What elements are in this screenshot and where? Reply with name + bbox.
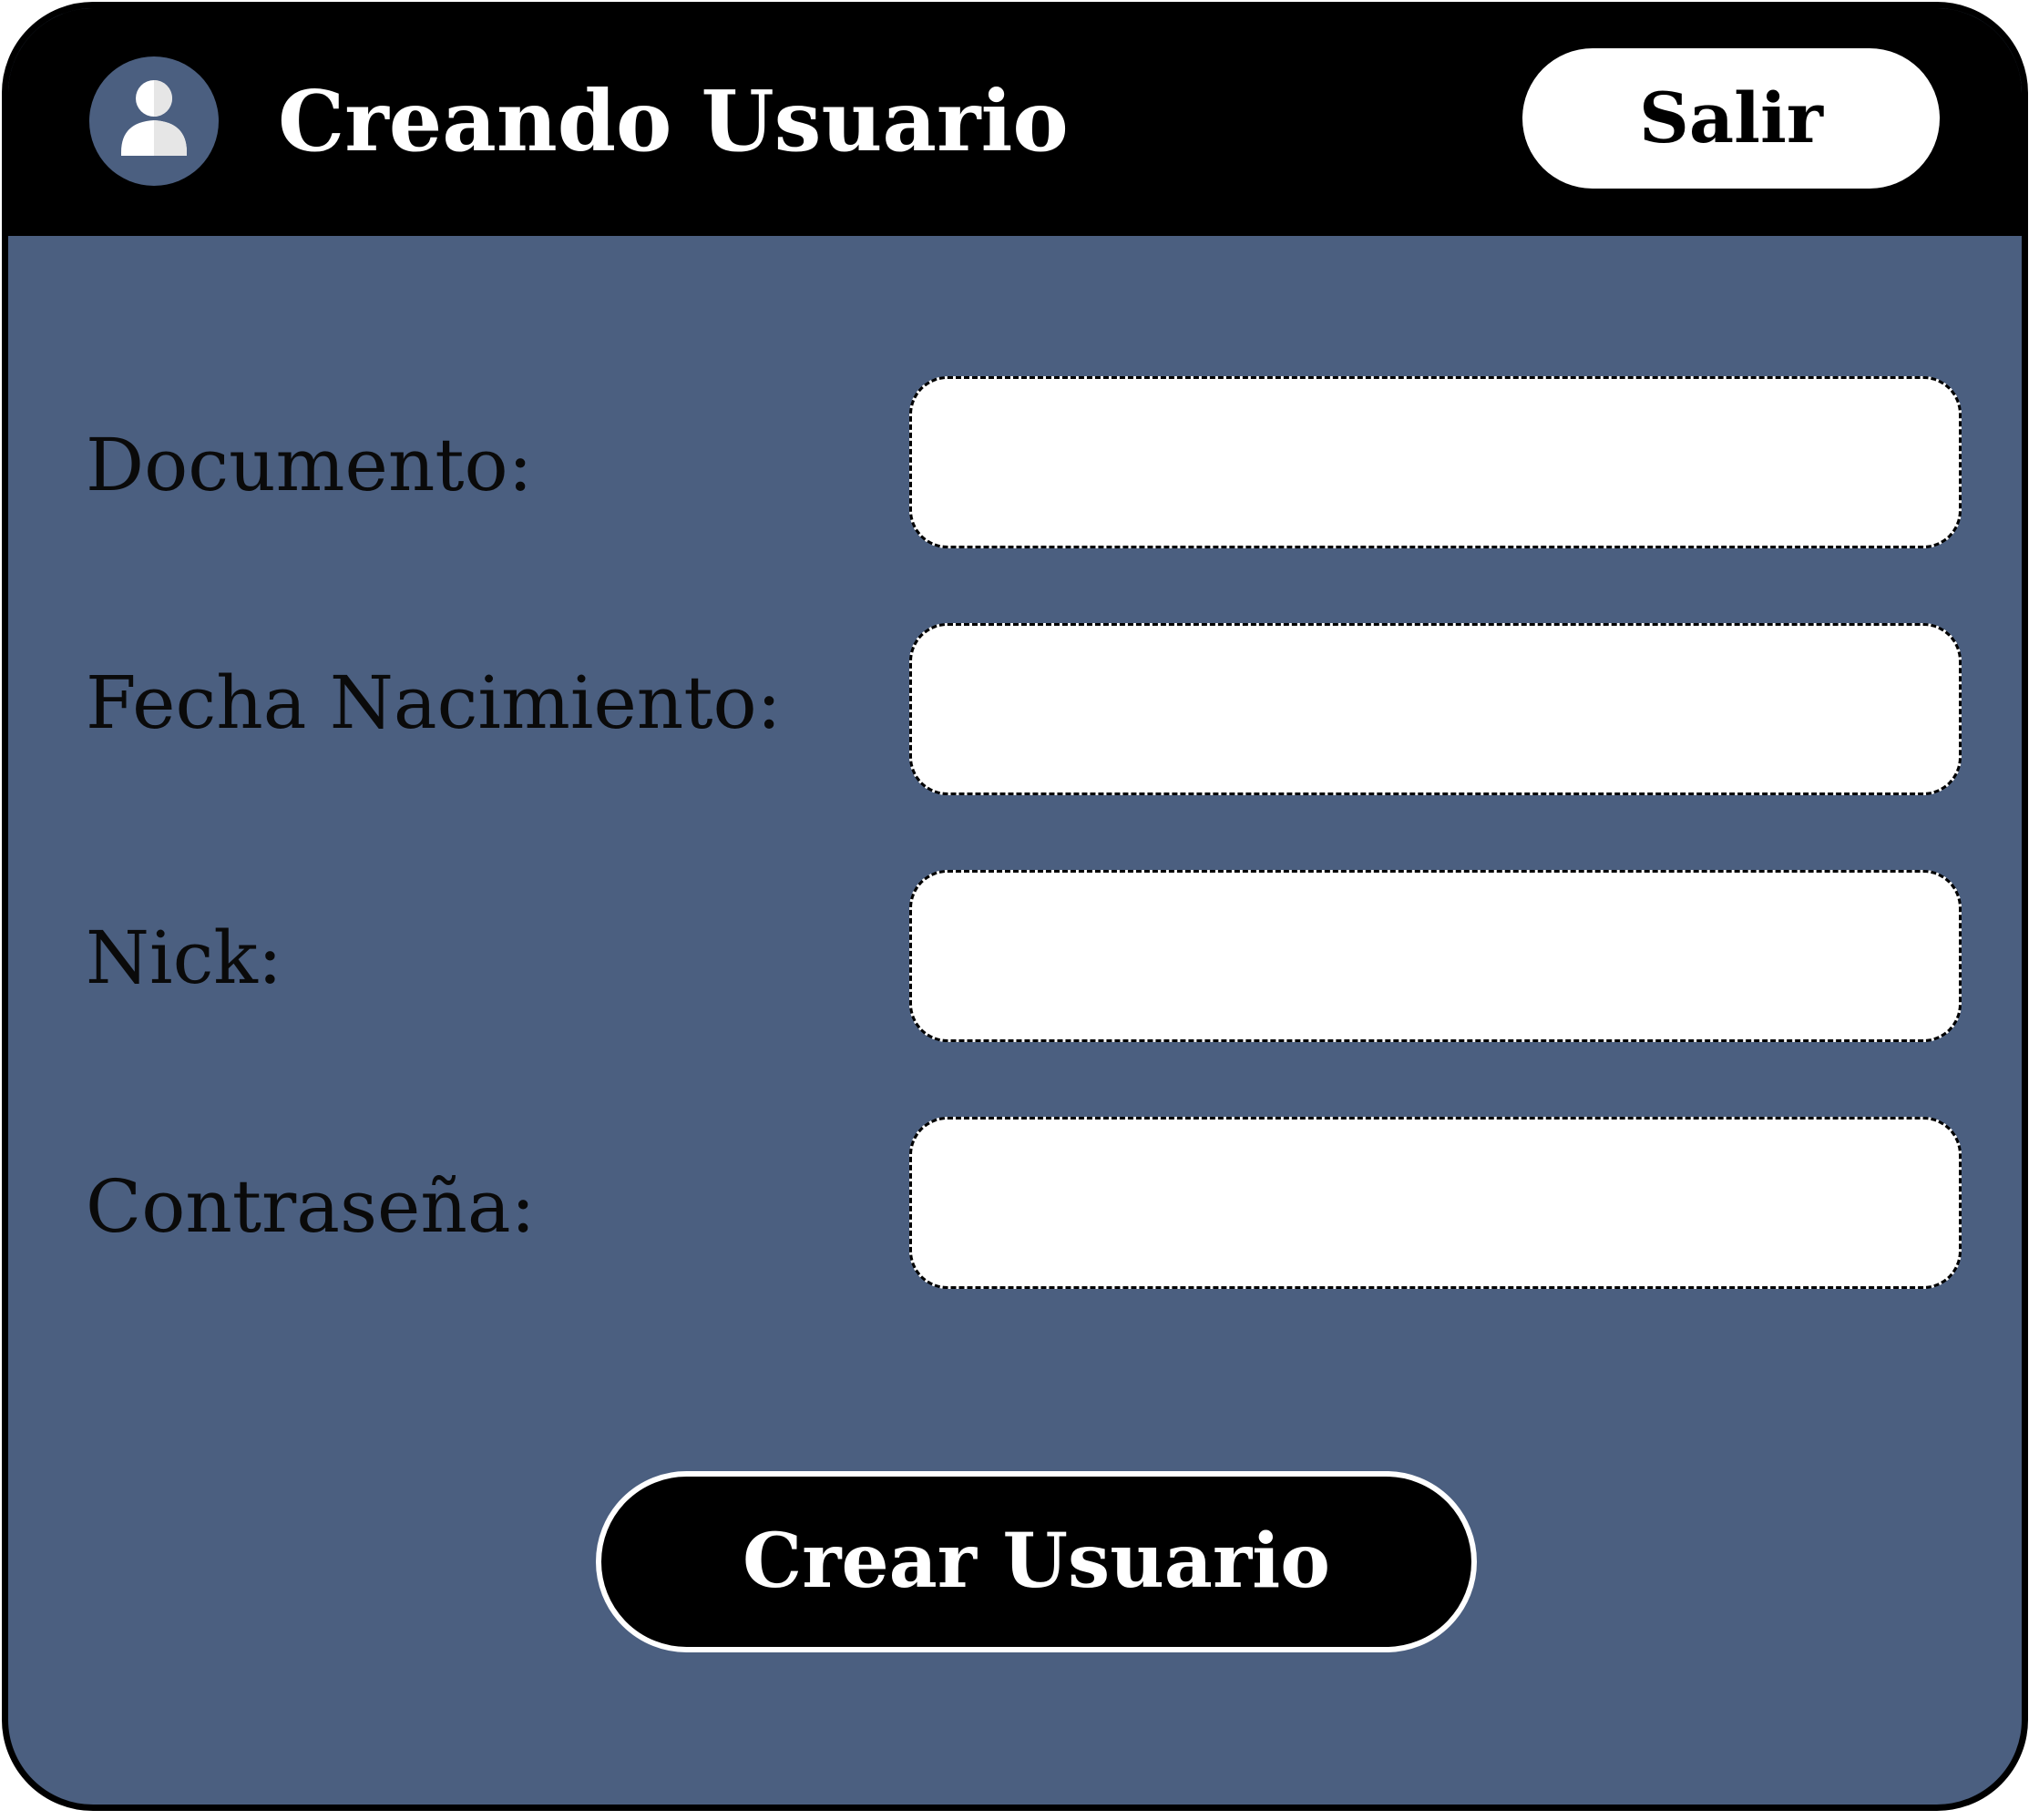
nick-input[interactable] <box>909 870 1962 1042</box>
user-icon <box>89 56 219 186</box>
document-label: Documento: <box>86 423 533 507</box>
password-label: Contraseña: <box>86 1164 536 1249</box>
nick-label: Nick: <box>86 915 282 1000</box>
create-user-window: Creando Usuario Salir Documento: Fecha N… <box>2 2 2028 1811</box>
create-user-button[interactable]: Crear Usuario <box>596 1471 1477 1652</box>
page-title: Creando Usuario <box>278 72 1069 170</box>
header-bar: Creando Usuario Salir <box>8 8 2022 236</box>
birth-date-input[interactable] <box>909 623 1962 795</box>
document-input[interactable] <box>909 376 1962 548</box>
exit-button[interactable]: Salir <box>1522 48 1940 189</box>
password-input[interactable] <box>909 1117 1962 1289</box>
birth-date-label: Fecha Nacimiento: <box>86 660 782 745</box>
